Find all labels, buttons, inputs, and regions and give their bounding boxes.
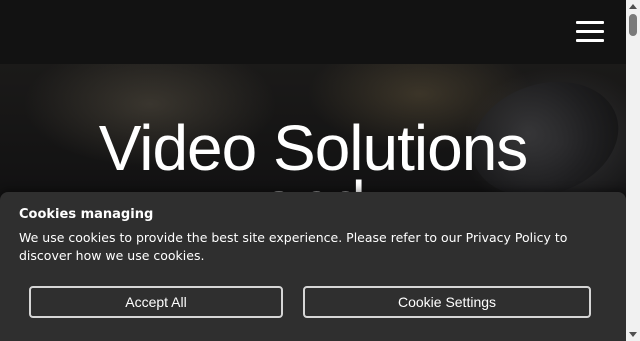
- scroll-up-arrow-icon[interactable]: [629, 4, 637, 9]
- accept-all-button[interactable]: Accept All: [29, 286, 283, 318]
- menu-line: [576, 39, 604, 42]
- menu-line: [576, 30, 604, 33]
- cookie-consent-banner: Cookies managing We use cookies to provi…: [0, 192, 626, 341]
- top-navigation-bar: [0, 0, 626, 64]
- cookie-banner-message: We use cookies to provide the best site …: [19, 230, 568, 263]
- scroll-down-arrow-icon[interactable]: [629, 332, 637, 337]
- vertical-scrollbar[interactable]: [626, 0, 640, 341]
- menu-line: [576, 21, 604, 24]
- hamburger-menu-icon[interactable]: [576, 20, 606, 42]
- cookie-banner-title: Cookies managing: [19, 207, 154, 222]
- cookie-settings-button[interactable]: Cookie Settings: [303, 286, 591, 318]
- scrollbar-thumb[interactable]: [629, 14, 637, 36]
- page: Video Solutions and Cookies managing We …: [0, 0, 640, 341]
